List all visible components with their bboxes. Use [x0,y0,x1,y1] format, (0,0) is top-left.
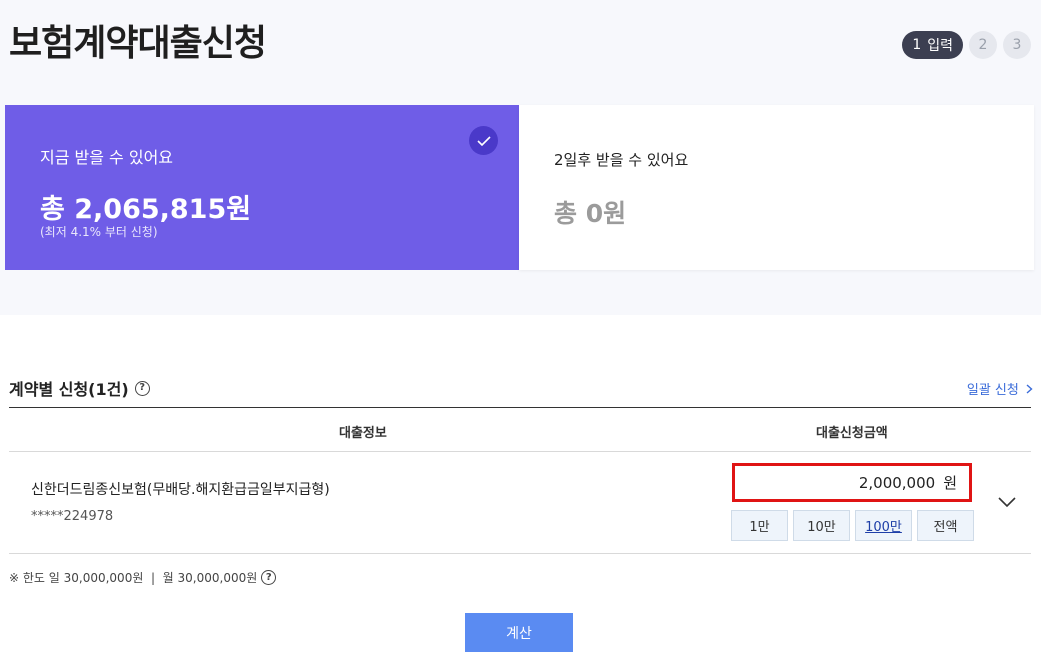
step-1-number: 1 [912,37,922,53]
quick-add-100k-button[interactable]: 10만 [793,510,850,541]
loan-amount-input[interactable] [765,473,936,492]
section-title-text: 계약별 신청(1건) [9,380,129,399]
amount-unit: 원 [943,474,957,492]
quick-add-1m-label: 100만 [865,520,902,535]
limit-help-icon[interactable]: ? [261,570,277,585]
quick-add-100k-label: 10만 [807,520,836,535]
step-2: 2 [969,31,997,59]
loan-amount-field[interactable]: 원 [732,463,972,502]
limit-note-text: ※ 한도 일 30,000,000원 | 월 30,000,000원 [9,571,258,585]
quick-add-10k-label: 1만 [749,520,770,535]
available-now-rate-note: (최저 4.1% 부터 신청) [40,225,158,239]
available-now-card[interactable]: 지금 받을 수 있어요 총 2,065,815원 (최저 4.1% 부터 신청) [5,105,519,270]
bulk-apply-label: 일괄 신청 [966,383,1019,398]
help-icon[interactable]: ? [134,380,150,396]
section-title: 계약별 신청(1건) ? [9,376,150,400]
policy-number: *****224978 [31,509,114,524]
column-header-loan-amount: 대출신청금액 [816,426,888,441]
step-1: 1 입력 [902,31,963,59]
available-later-subtitle: 2일후 받을 수 있어요 [554,151,689,169]
quick-full-amount-label: 전액 [933,520,958,535]
available-now-subtitle: 지금 받을 수 있어요 [40,148,174,167]
bulk-apply-link[interactable]: 일괄 신청 [967,379,1033,398]
step-1-label: 입력 [927,38,953,54]
step-3: 3 [1003,31,1031,59]
quick-add-1m-button[interactable]: 100만 [855,510,912,541]
available-later-amount: 총 0원 [554,199,627,228]
chevron-down-icon[interactable] [997,494,1017,508]
quick-amount-buttons: 1만 10만 100만 전액 [731,510,974,541]
chevron-right-icon [1023,383,1033,398]
limit-note: ※ 한도 일 30,000,000원 | 월 30,000,000원 ? [9,569,277,586]
table-bottom-border [9,553,1031,554]
header-divider [9,451,1031,452]
product-name: 신한더드림종신보험(무배당.해지환급금일부지급형) [31,482,330,498]
page-title: 보험계약대출신청 [9,23,267,64]
quick-add-10k-button[interactable]: 1만 [731,510,788,541]
selected-check-icon [469,126,498,155]
progress-stepper: 1 입력 2 3 [902,31,1031,59]
available-now-amount: 총 2,065,815원 [40,194,252,225]
table-top-border [9,407,1031,408]
calculate-button[interactable]: 계산 [465,613,573,652]
quick-full-amount-button[interactable]: 전액 [917,510,974,541]
available-later-card[interactable]: 2일후 받을 수 있어요 총 0원 [519,105,1034,270]
column-header-loan-info: 대출정보 [339,426,387,441]
